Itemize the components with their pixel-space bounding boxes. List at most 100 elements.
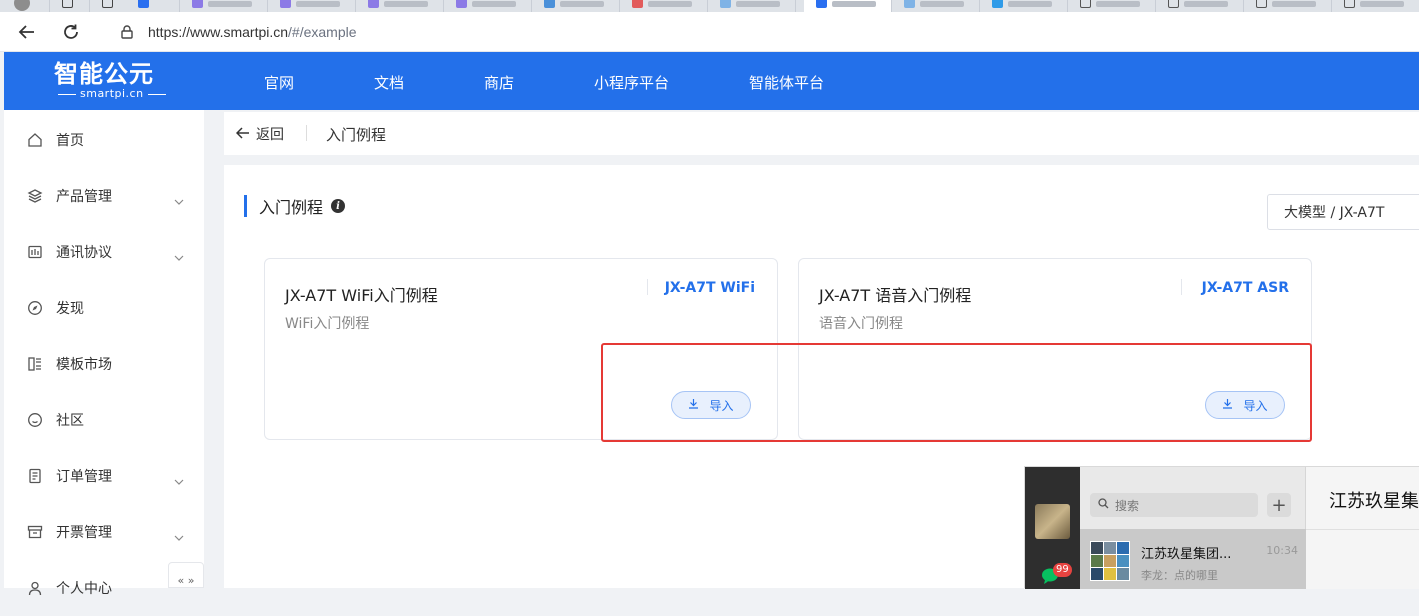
tab-favicon: [1080, 0, 1091, 8]
browser-tab-14[interactable]: [1156, 0, 1244, 12]
browser-tab-3[interactable]: [180, 0, 268, 12]
card-tag-divider: [647, 279, 648, 295]
chevrons-icon: « »: [177, 574, 195, 587]
tab-favicon: [1256, 0, 1267, 8]
browser-profile[interactable]: [0, 0, 50, 12]
card-description: 语音入门例程: [819, 316, 903, 332]
import-button[interactable]: 导入: [671, 391, 751, 419]
conversation-name: 江苏玖星集团...: [1141, 547, 1232, 562]
sidebar-item-label: 发现: [56, 301, 84, 317]
import-button-label: 导入: [1243, 398, 1268, 413]
sidebar-item-discover[interactable]: 发现: [4, 280, 204, 336]
card-title: JX-A7T WiFi入门例程: [285, 286, 438, 305]
nav-store[interactable]: 商店: [484, 72, 514, 93]
home-icon: [26, 131, 44, 149]
back-button[interactable]: 返回: [235, 124, 284, 144]
sidebar-item-label: 社区: [56, 413, 84, 429]
section-title: 入门例程 i: [244, 195, 346, 217]
browser-tab-5[interactable]: [356, 0, 444, 12]
tab-favicon: [138, 0, 149, 8]
address-bar[interactable]: https://www.smartpi.cn/#/example: [98, 16, 1419, 48]
card-tag: JX-A7T WiFi: [664, 280, 755, 296]
browser-tab-2[interactable]: [90, 0, 180, 12]
chat-search-input[interactable]: 搜索: [1090, 493, 1258, 517]
back-label: 返回: [256, 127, 284, 143]
breadcrumb-divider: [306, 125, 307, 141]
search-placeholder: 搜索: [1115, 498, 1140, 513]
sidebar-item-community[interactable]: 社区: [4, 392, 204, 448]
unread-badge: 99: [1053, 563, 1072, 577]
example-card-wifi[interactable]: JX-A7T WiFi入门例程 WiFi入门例程 JX-A7T WiFi 导入: [264, 258, 778, 440]
search-icon: [1098, 498, 1109, 512]
sidebar-item-home[interactable]: 首页: [4, 112, 204, 168]
import-button-label: 导入: [709, 398, 734, 413]
browser-tab-9[interactable]: [708, 0, 796, 12]
nav-docs[interactable]: 文档: [374, 72, 404, 93]
compass-icon: [26, 299, 44, 317]
breadcrumb: 返回 入门例程: [224, 112, 1419, 155]
section-title-text: 入门例程: [259, 198, 324, 217]
tab-favicon: [720, 0, 731, 8]
example-card-asr[interactable]: JX-A7T 语音入门例程 语音入门例程 JX-A7T ASR 导入: [798, 258, 1312, 440]
browser-tab-6[interactable]: [444, 0, 532, 12]
sidebar: 首页 产品管理 通讯协议 发现 模板市场 社区 订单管理 开票管理 个人中心: [4, 110, 204, 597]
sidebar-item-order-management[interactable]: 订单管理: [4, 448, 204, 504]
user-avatar[interactable]: [1035, 504, 1070, 539]
site-logo[interactable]: 智能公元 smartpi.cn: [54, 60, 170, 100]
browser-tab-13[interactable]: [1068, 0, 1156, 12]
chat-window: 99 搜索 + 江苏玖星集团... 10:34 李龙：点的哪里 江苏玖星集: [1024, 466, 1419, 589]
url-text: https://www.smartpi.cn/#/example: [148, 24, 357, 40]
chat-main-pane: 江苏玖星集: [1306, 467, 1419, 589]
sidebar-item-template-market[interactable]: 模板市场: [4, 336, 204, 392]
browser-tab-1[interactable]: [50, 0, 90, 12]
sidebar-item-label: 开票管理: [56, 525, 112, 541]
sidebar-item-protocol[interactable]: 通讯协议: [4, 224, 204, 280]
sidebar-item-label: 个人中心: [56, 581, 112, 597]
info-icon[interactable]: i: [331, 199, 346, 213]
sidebar-item-label: 产品管理: [56, 189, 112, 205]
document-icon: [26, 467, 44, 485]
import-button[interactable]: 导入: [1205, 391, 1285, 419]
chevron-down-icon: [174, 246, 184, 265]
tab-favicon: [456, 0, 467, 8]
url-path: /#/example: [288, 24, 357, 40]
tab-favicon: [192, 0, 203, 8]
sidebar-item-label: 订单管理: [56, 469, 112, 485]
card-title: JX-A7T 语音入门例程: [819, 286, 972, 305]
chevron-down-icon: [174, 470, 184, 489]
browser-tab-active[interactable]: [804, 0, 892, 12]
nav-agent-platform[interactable]: 智能体平台: [749, 72, 824, 93]
smile-icon: [26, 411, 44, 429]
nav-official-site[interactable]: 官网: [264, 72, 294, 93]
browser-tab-7[interactable]: [532, 0, 620, 12]
chevron-down-icon: [174, 190, 184, 209]
browser-tab-12[interactable]: [980, 0, 1068, 12]
browser-toolbar: https://www.smartpi.cn/#/example: [0, 12, 1419, 52]
browser-tab-15[interactable]: [1244, 0, 1332, 12]
browser-tab-8[interactable]: [620, 0, 708, 12]
card-description: WiFi入门例程: [285, 316, 370, 332]
browser-tab-4[interactable]: [268, 0, 356, 12]
sidebar-item-product-management[interactable]: 产品管理: [4, 168, 204, 224]
browser-tab-11[interactable]: [892, 0, 980, 12]
selector-value: 大模型 / JX-A7T: [1284, 205, 1385, 221]
card-tag-divider: [1181, 279, 1182, 295]
sidebar-item-invoice-management[interactable]: 开票管理: [4, 504, 204, 560]
tab-favicon: [1344, 0, 1355, 8]
conversation-item[interactable]: 江苏玖星集团... 10:34 李龙：点的哪里: [1080, 529, 1306, 589]
reload-icon[interactable]: [60, 21, 82, 43]
plus-icon: +: [1271, 494, 1287, 516]
tab-favicon: [544, 0, 555, 8]
sidebar-collapse-button[interactable]: « »: [168, 562, 204, 588]
tab-favicon: [904, 0, 915, 8]
logo-name: 智能公元: [54, 60, 154, 88]
nav-mini-program-platform[interactable]: 小程序平台: [594, 72, 669, 93]
url-host: https://www.smartpi.cn: [148, 24, 289, 40]
tab-favicon: [816, 0, 827, 8]
add-chat-button[interactable]: +: [1267, 493, 1291, 517]
model-selector[interactable]: 大模型 / JX-A7T: [1267, 194, 1419, 230]
protocol-icon: [26, 243, 44, 261]
browser-tab-strip: [0, 0, 1419, 12]
back-arrow-icon[interactable]: [16, 21, 38, 43]
browser-tab-16[interactable]: [1332, 0, 1419, 12]
